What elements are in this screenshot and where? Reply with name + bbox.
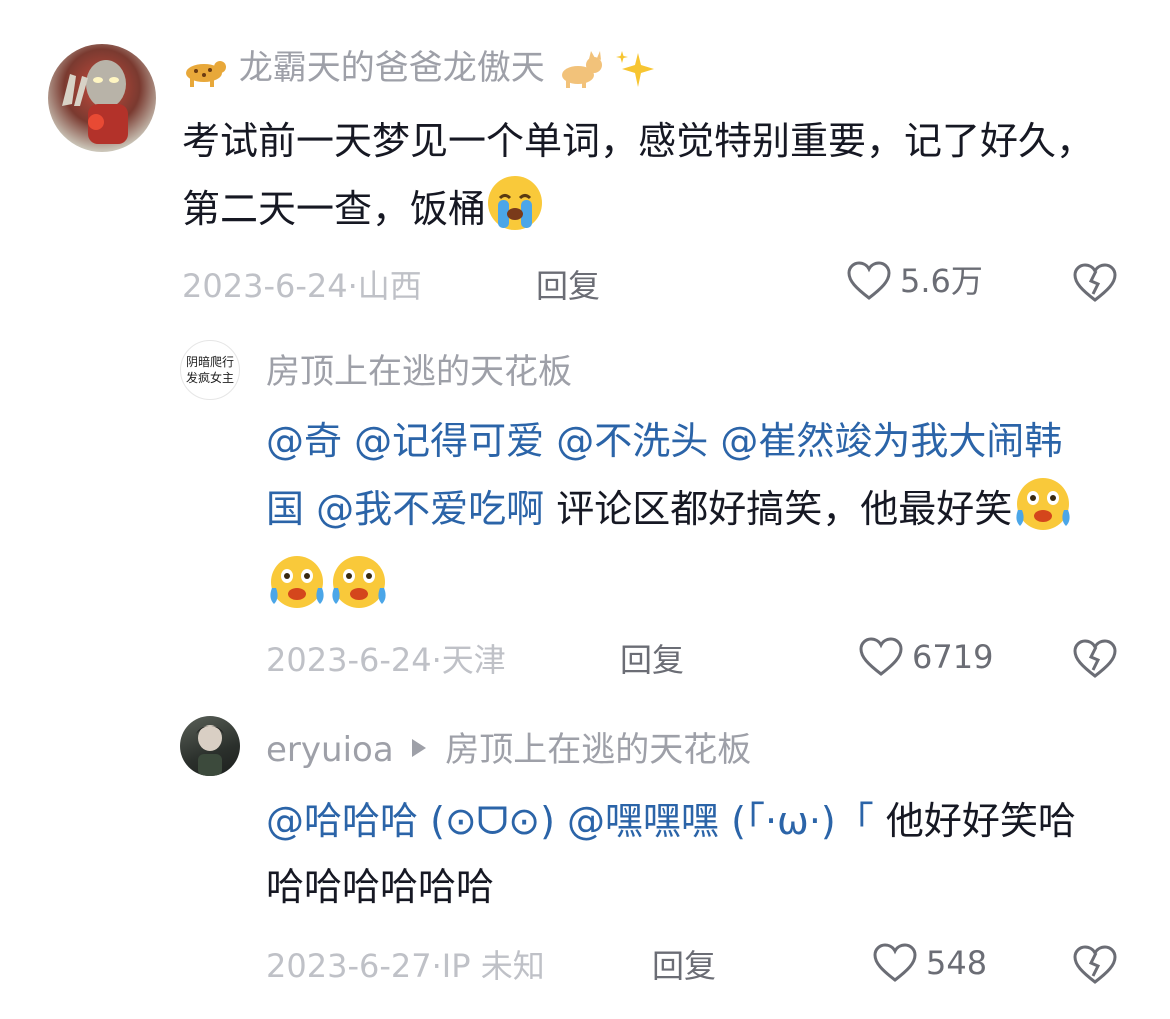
loudly-crying-face-icon	[486, 174, 544, 252]
comment-date: 2023-6-24	[182, 267, 348, 305]
comment-location: 天津	[441, 641, 506, 679]
heart-icon	[847, 261, 891, 300]
avatar[interactable]	[48, 44, 156, 152]
broken-heart-icon	[1073, 945, 1117, 984]
mention-link[interactable]: @记得可爱	[354, 419, 544, 463]
crying-laughing-face-icon	[266, 552, 328, 630]
comment-text: 考试前一天梦见一个单词，感觉特别重要，记了好久，第二天一查，饭桶	[182, 119, 1095, 231]
like-button[interactable]: 5.6万	[846, 260, 983, 302]
reply-button[interactable]: 回复	[620, 640, 684, 680]
comment-location: 山西	[357, 267, 422, 305]
dislike-button[interactable]	[1072, 944, 1118, 990]
dislike-button[interactable]	[1072, 262, 1118, 308]
heart-icon	[873, 943, 917, 982]
avatar[interactable]	[180, 716, 240, 776]
comment-body: @哈哈哈 (⊙ᗜ⊙) @嘿嘿嘿 (「·ω·)「 他好好笑哈哈哈哈哈哈哈	[266, 788, 1096, 920]
reply-button[interactable]: 回复	[536, 266, 600, 306]
leopard-icon	[182, 49, 228, 98]
like-count: 5.6万	[900, 262, 983, 300]
meta-separator: ·	[431, 641, 442, 679]
mention-link[interactable]: @奇	[266, 419, 342, 463]
like-button[interactable]: 548	[872, 942, 987, 984]
comment-date: 2023-6-24	[266, 641, 432, 679]
crying-laughing-face-icon	[1012, 474, 1074, 552]
reply-to-username[interactable]: 房顶上在逃的天花板	[445, 730, 751, 770]
comment-meta: 2023-6-24·山西	[182, 266, 422, 306]
reply-arrow-icon	[410, 728, 428, 768]
mention-link[interactable]: @哈哈哈 (⊙ᗜ⊙)	[266, 799, 555, 843]
username-row: eryuioa 房顶上在逃的天花板	[266, 728, 751, 770]
username[interactable]: 龙霸天的爸爸龙傲天	[239, 48, 545, 88]
broken-heart-icon	[1073, 263, 1117, 302]
username[interactable]: 房顶上在逃的天花板	[266, 352, 572, 392]
comment-meta: 2023-6-24·天津	[266, 640, 506, 680]
mention-link[interactable]: @不洗头	[556, 419, 708, 463]
dislike-button[interactable]	[1072, 638, 1118, 684]
comment-date: 2023-6-27	[266, 947, 432, 985]
comment-body: @奇 @记得可爱 @不洗头 @崔然竣为我大闹韩国 @我不爱吃啊 评论区都好搞笑，…	[266, 408, 1096, 630]
broken-heart-icon	[1073, 639, 1117, 678]
comment-location: IP 未知	[441, 947, 545, 985]
avatar[interactable]: 阴暗爬行 发疯女主	[180, 340, 240, 400]
reply-button[interactable]: 回复	[652, 946, 716, 986]
sparkles-icon	[614, 49, 658, 98]
cat-icon	[556, 49, 604, 98]
meta-separator: ·	[347, 267, 358, 305]
heart-icon	[859, 637, 903, 676]
comment-body: 考试前一天梦见一个单词，感觉特别重要，记了好久，第二天一查，饭桶	[182, 108, 1122, 252]
like-count: 6719	[912, 638, 994, 676]
mention-link[interactable]: @嘿嘿嘿 (「·ω·)「	[567, 799, 874, 843]
meta-separator: ·	[431, 947, 442, 985]
like-count: 548	[926, 944, 988, 982]
mention-link[interactable]: @我不爱吃啊	[316, 487, 544, 531]
comment-text: 评论区都好搞笑，他最好笑	[556, 487, 1013, 531]
username-row[interactable]: 龙霸天的爸爸龙傲天	[182, 48, 658, 98]
avatar-text: 阴暗爬行 发疯女主	[185, 355, 234, 385]
avatar-image-icon	[62, 60, 128, 144]
like-button[interactable]: 6719	[858, 636, 993, 678]
comment-meta: 2023-6-27·IP 未知	[266, 946, 545, 986]
crying-laughing-face-icon	[328, 552, 390, 630]
username[interactable]: eryuioa	[266, 730, 394, 770]
avatar-image-icon	[196, 725, 224, 776]
